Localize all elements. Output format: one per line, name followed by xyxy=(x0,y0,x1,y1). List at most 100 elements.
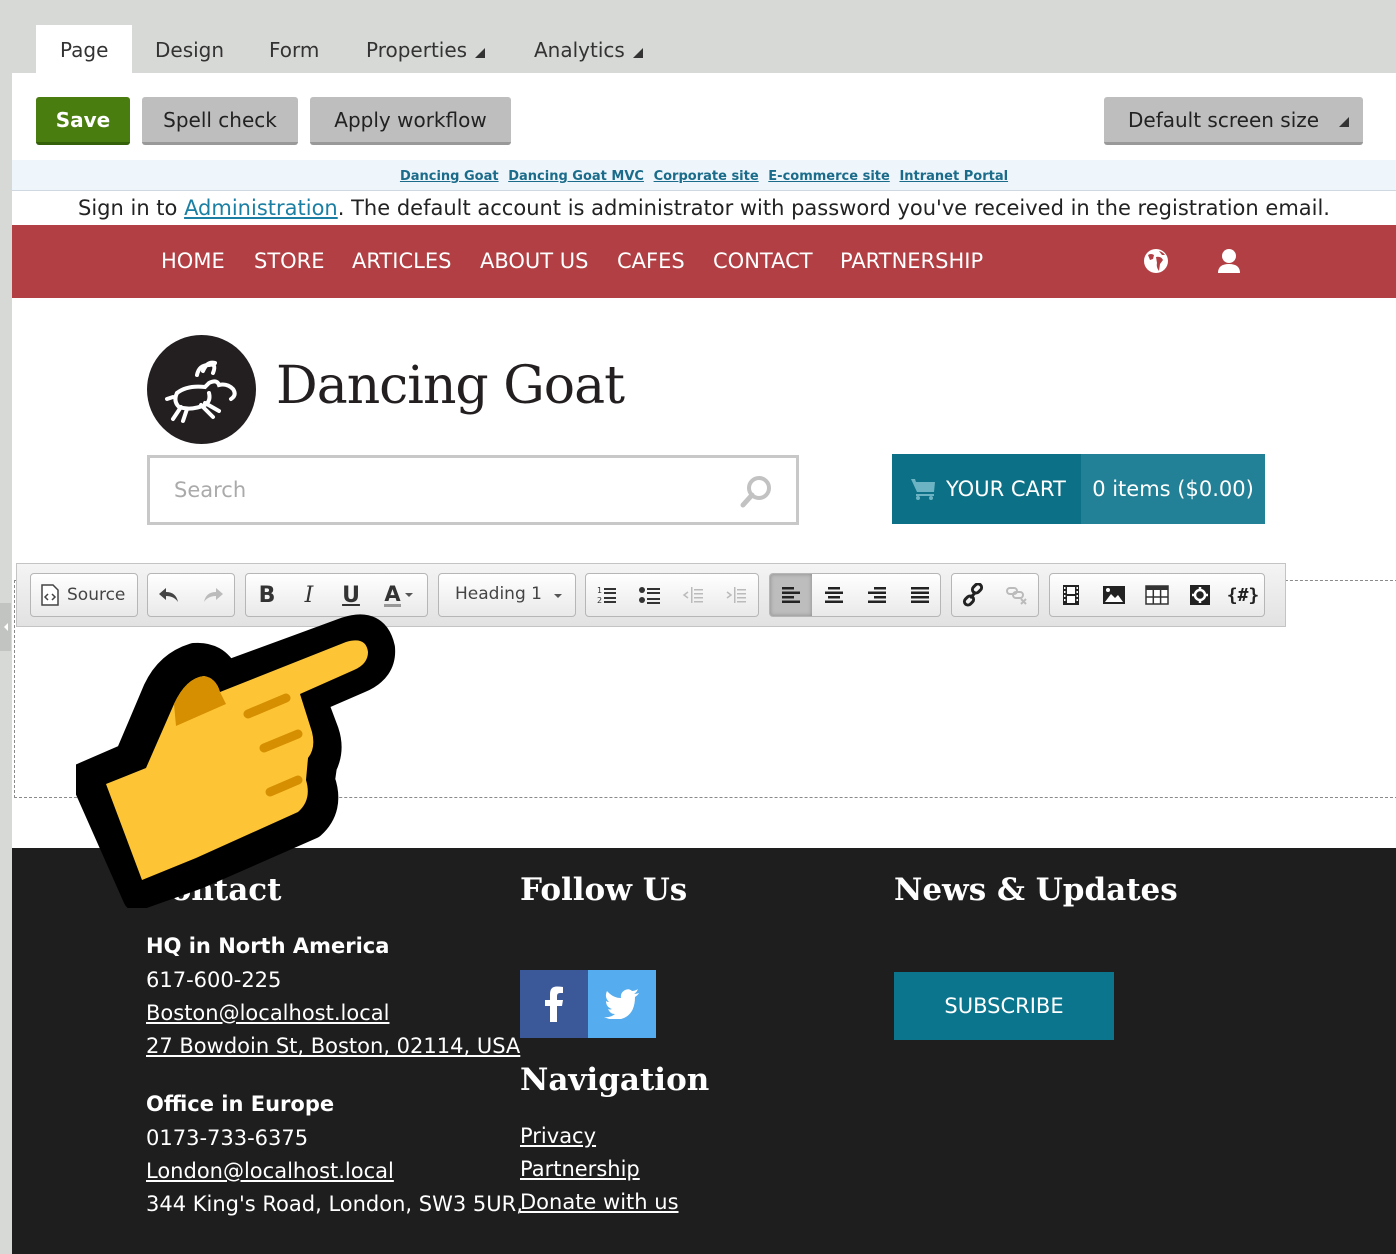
site-link-intranet[interactable]: Intranet Portal xyxy=(899,169,1008,184)
bold-button[interactable]: B xyxy=(246,574,288,616)
bold-icon: B xyxy=(258,582,276,608)
goat-icon xyxy=(165,360,237,423)
tab-page[interactable]: Page xyxy=(36,25,133,73)
insert-media-button[interactable] xyxy=(1050,574,1092,616)
contact-heading: Contact xyxy=(146,872,282,908)
tab-label: Form xyxy=(269,38,320,62)
redo-button[interactable] xyxy=(192,574,234,616)
cart-button[interactable]: YOUR CART xyxy=(892,454,1081,524)
search-icon[interactable] xyxy=(738,474,774,510)
outdent-button[interactable] xyxy=(672,574,714,616)
footer-link-privacy[interactable]: Privacy xyxy=(520,1124,596,1148)
top-tab-bar: Page Design Form Properties Analytics xyxy=(0,0,1396,73)
twitter-icon xyxy=(604,989,639,1019)
nav-store[interactable]: STORE xyxy=(254,225,325,298)
format-dropdown[interactable]: Heading 1 xyxy=(438,573,576,617)
macro-icon: {#} xyxy=(1226,584,1260,606)
tab-analytics[interactable]: Analytics xyxy=(510,25,667,73)
office-phone: 0173-733-6375 xyxy=(146,1126,309,1150)
align-left-icon xyxy=(782,587,800,603)
chevron-down-icon xyxy=(554,594,562,598)
apply-workflow-button[interactable]: Apply workflow xyxy=(310,97,511,145)
facebook-icon xyxy=(545,986,563,1022)
underline-icon: U xyxy=(342,582,360,608)
table-icon xyxy=(1145,585,1169,605)
bulleted-list-icon xyxy=(639,587,660,604)
source-button[interactable]: Source xyxy=(31,574,137,616)
signin-suffix: . The default account is administrator w… xyxy=(337,196,1330,220)
office-address-link[interactable]: 27 Bowdoin St, Boston, 02114, USA xyxy=(146,1034,520,1058)
align-center-button[interactable] xyxy=(813,574,855,616)
follow-heading: Follow Us xyxy=(520,872,688,908)
search-box xyxy=(147,455,799,525)
undo-button[interactable] xyxy=(148,574,190,616)
justify-button[interactable] xyxy=(899,574,940,616)
brand-logo[interactable] xyxy=(147,335,256,444)
spell-check-button[interactable]: Spell check xyxy=(142,97,298,145)
site-link-ecommerce[interactable]: E-commerce site xyxy=(768,169,890,184)
subscribe-button[interactable]: SUBSCRIBE xyxy=(894,972,1114,1040)
italic-button[interactable]: I xyxy=(288,574,330,616)
news-heading: News & Updates xyxy=(894,872,1178,908)
footer-link-donate[interactable]: Donate with us xyxy=(520,1190,679,1214)
image-icon xyxy=(1103,586,1125,604)
site-link-corporate[interactable]: Corporate site xyxy=(654,169,759,184)
search-input[interactable] xyxy=(150,458,710,522)
link-button[interactable] xyxy=(952,574,994,616)
widget-gear-icon xyxy=(1190,585,1210,605)
insert-widget-button[interactable] xyxy=(1179,574,1221,616)
save-button[interactable]: Save xyxy=(36,97,130,145)
nav-about-us[interactable]: ABOUT US xyxy=(480,225,589,298)
cart-widget[interactable]: YOUR CART 0 items ($0.00) xyxy=(892,454,1265,524)
italic-icon: I xyxy=(304,582,314,608)
link-group xyxy=(951,573,1039,617)
site-footer: Contact HQ in North America 617-600-225 … xyxy=(12,848,1396,1254)
office-email-link[interactable]: Boston@localhost.local xyxy=(146,1001,389,1025)
unlink-button[interactable] xyxy=(996,574,1038,616)
redo-icon xyxy=(204,588,223,602)
tab-label: Properties xyxy=(366,38,468,62)
chevron-down-icon xyxy=(404,593,413,597)
tab-design[interactable]: Design xyxy=(131,25,248,73)
numbered-list-button[interactable]: 12 xyxy=(586,574,628,616)
twitter-link[interactable] xyxy=(588,970,656,1038)
nav-cafes[interactable]: CAFES xyxy=(617,225,685,298)
underline-button[interactable]: U xyxy=(330,574,372,616)
list-group: 12 xyxy=(585,573,759,617)
tab-form[interactable]: Form xyxy=(245,25,343,73)
nav-partnership[interactable]: PARTNERSHIP xyxy=(840,225,983,298)
dropdown-triangle-icon xyxy=(1339,117,1349,127)
bulleted-list-button[interactable] xyxy=(629,574,671,616)
tab-label: Page xyxy=(60,38,109,62)
screen-size-dropdown[interactable]: Default screen size xyxy=(1104,97,1363,145)
office-phone: 617-600-225 xyxy=(146,968,282,992)
insert-image-button[interactable] xyxy=(1093,574,1135,616)
insert-macro-button[interactable]: {#} xyxy=(1222,574,1264,616)
site-link-dancing-goat-mvc[interactable]: Dancing Goat MVC xyxy=(508,169,644,184)
administration-link[interactable]: Administration xyxy=(184,196,338,220)
history-group xyxy=(147,573,235,617)
outdent-icon xyxy=(682,587,703,603)
nav-articles[interactable]: ARTICLES xyxy=(352,225,451,298)
office-email-link[interactable]: London@localhost.local xyxy=(146,1159,394,1183)
justify-icon xyxy=(911,587,929,603)
facebook-link[interactable] xyxy=(520,970,588,1038)
nav-home[interactable]: HOME xyxy=(161,225,225,298)
nav-contact[interactable]: CONTACT xyxy=(713,225,813,298)
insert-table-button[interactable] xyxy=(1136,574,1178,616)
collapse-panel-handle[interactable] xyxy=(0,603,11,651)
indent-button[interactable] xyxy=(715,574,757,616)
action-bar: Save Spell check Apply workflow Default … xyxy=(12,73,1396,160)
globe-icon[interactable] xyxy=(1142,247,1170,275)
align-left-button[interactable] xyxy=(770,574,812,616)
tab-properties[interactable]: Properties xyxy=(342,25,509,73)
user-icon[interactable] xyxy=(1215,247,1243,275)
tab-label: Analytics xyxy=(534,38,625,62)
site-link-dancing-goat[interactable]: Dancing Goat xyxy=(400,169,499,184)
align-right-button[interactable] xyxy=(856,574,898,616)
cart-summary: 0 items ($0.00) xyxy=(1081,454,1265,524)
font-color-button[interactable]: A xyxy=(372,574,426,616)
footer-link-partnership[interactable]: Partnership xyxy=(520,1157,640,1181)
unlink-icon xyxy=(1006,587,1027,605)
page-preview: Dancing Goat Dancing Goat MVC Corporate … xyxy=(12,160,1396,1254)
